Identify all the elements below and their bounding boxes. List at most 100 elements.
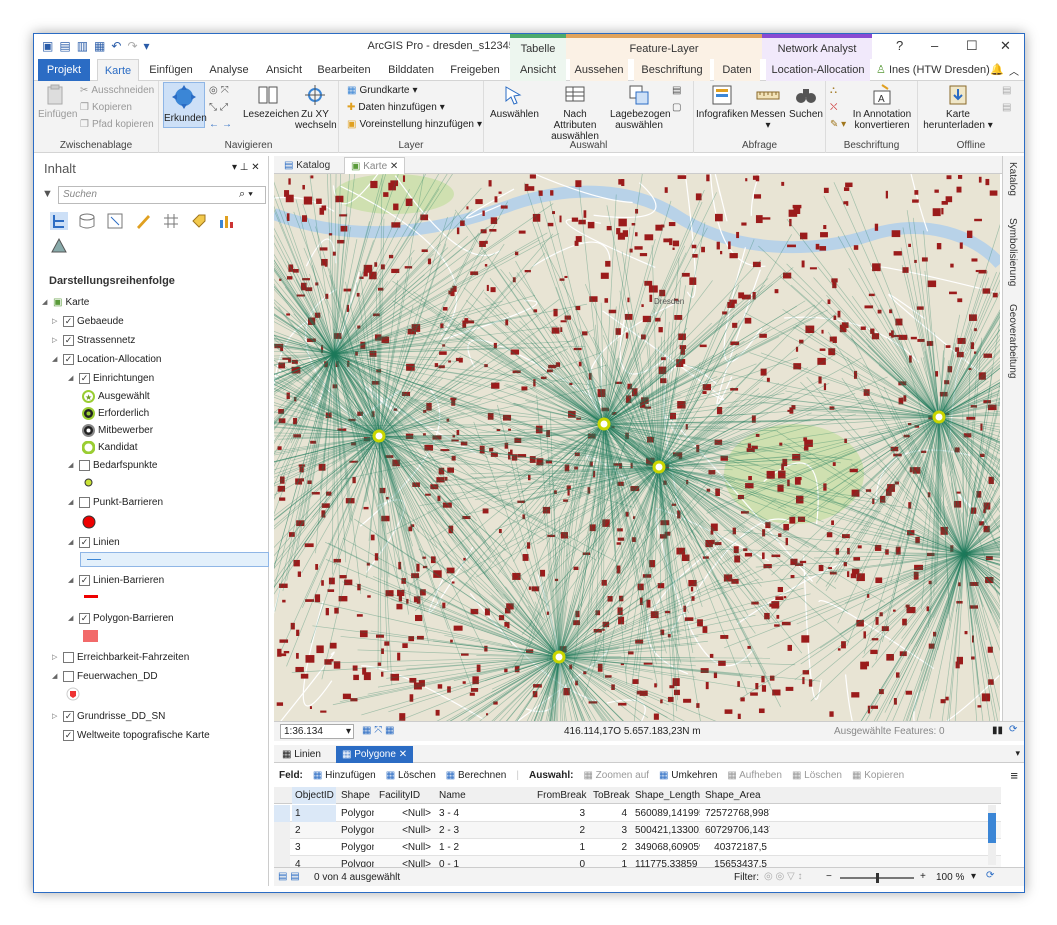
table-cell[interactable]: <Null> [376,839,434,856]
nav-zoom-icons[interactable]: ⤡ ⤢ [209,102,228,113]
tab-analyse[interactable]: Analyse [204,59,254,81]
table-cell[interactable]: <Null> [376,856,434,867]
delete-field-button[interactable]: ▦ Löschen [386,770,436,781]
data-source-icon[interactable] [78,212,96,230]
table-cell[interactable]: 2 [292,822,336,839]
table-cell[interactable]: 0 - 1 [436,856,532,867]
unplaced-labels-icon[interactable]: ⛌ [830,102,837,113]
tree-item-punkt-barrieren[interactable]: ◢ Punkt-Barrieren [68,494,163,511]
maximize-button[interactable]: ☐ [966,38,978,54]
lagebezogen-button[interactable]: Lagebezogen auswählen [610,83,671,131]
clear-selection-icon[interactable]: ▢ [672,102,681,113]
minimize-button[interactable]: – [931,38,938,53]
voreinstellung-button[interactable]: ▣ Voreinstellung hinzufügen ▾ [347,119,482,130]
col-frombreak[interactable]: FromBreak [534,787,588,804]
tab-tabelle-ansicht[interactable]: Ansicht [510,59,566,81]
table-scrollbar[interactable] [988,805,996,865]
col-name[interactable]: Name [436,787,532,804]
zoom-in-icon[interactable]: + [920,871,926,882]
labeling-icon[interactable] [190,212,208,230]
pause-icon[interactable]: ▮▮ [992,725,1003,736]
table-cell[interactable]: 4 [590,805,630,822]
label-pen-icon[interactable]: ✎ ▾ [830,119,846,130]
tree-item-topo-basemap[interactable]: ✓ Weltweite topografische Karte [52,727,210,744]
table-cell[interactable]: Polygon [338,856,374,867]
perspective-imagery-icon[interactable] [50,236,68,254]
zoom-dropdown-icon[interactable]: ▾ [971,871,976,882]
table-cell[interactable]: 349068,609059 [632,839,700,856]
table-cell[interactable]: 40372187,5 [702,839,770,856]
filter-icons[interactable]: ◎ ◎ ▽ ↕ [764,871,802,882]
table-cell[interactable]: 500421,133001 [632,822,700,839]
zoom-to-button[interactable]: ▦ Zoomen auf [583,770,649,781]
table-cell[interactable]: 3 [292,839,336,856]
grid-icons[interactable]: ▦ ⤧ ▦ [362,725,394,736]
switch-selection-button[interactable]: ▦ Umkehren [659,770,717,781]
tree-item-erreichbarkeit[interactable]: ▷ Erreichbarkeit-Fahrzeiten [52,649,189,666]
add-field-button[interactable]: ▦ Hinzufügen [313,770,376,781]
table-cell[interactable]: 4 [292,856,336,867]
refresh-icon[interactable]: ⟳ [1009,724,1017,735]
table-menu-icon[interactable]: ≡ [1010,768,1018,783]
auswaehlen-button[interactable]: Auswählen [490,83,539,120]
col-objectid[interactable]: ObjectID [292,787,336,804]
drawing-order-icon[interactable] [50,212,68,230]
copy-rows-button[interactable]: ▦ Kopieren [852,770,904,781]
pane-katalog[interactable]: Katalog [1007,162,1018,196]
pfad-kopieren-button[interactable]: ❐ Pfad kopieren [80,119,154,130]
tree-item-linien-barrieren[interactable]: ◢ ✓ Linien-Barrieren [68,572,164,589]
zoom-out-icon[interactable]: − [826,871,832,882]
table-cell[interactable]: 2 [590,839,630,856]
table-cell[interactable]: 111775,33859 [632,856,700,867]
col-tobreak[interactable]: ToBreak [590,787,630,804]
close-button[interactable]: ✕ [1000,38,1011,54]
col-facilityid[interactable]: FacilityID [376,787,434,804]
pane-geoverarbeitung[interactable]: Geoverarbeitung [1007,304,1018,379]
table-cell[interactable]: 15653437,5 [702,856,770,867]
map-canvas[interactable]: Dresden [274,174,1000,721]
row-selector[interactable] [274,839,290,856]
tab-linien-table[interactable]: ▦ Linien [276,746,327,763]
sync-icon[interactable]: ▤ [1002,85,1011,96]
tree-item-location-allocation[interactable]: ◢ ✓ Location-Allocation [52,351,162,368]
col-shape-length[interactable]: Shape_Length [632,787,700,804]
collapse-ribbon-icon[interactable]: ︿ [1009,63,1019,78]
table-cell[interactable]: 3 [534,805,588,822]
nav-history[interactable]: ← → [209,119,232,130]
map-view[interactable]: Dresden [274,174,1000,721]
tab-karte[interactable]: Karte [97,59,139,82]
table-row[interactable]: 2 Polygon <Null> 2 - 3 2 3 500421,133001 607297… [274,822,1001,839]
help-button[interactable]: ? [896,38,903,53]
col-shape[interactable]: Shape [338,787,374,804]
table-cell[interactable]: 1 [534,839,588,856]
table-cell[interactable]: 1 [292,805,336,822]
table-cell[interactable]: Polygon [338,805,374,822]
table-cell[interactable]: 72572768,99875 [702,805,770,822]
user-account[interactable]: ♙ Ines (HTW Dresden) ▾ [876,59,994,98]
clear-button[interactable]: ▦ Aufheben [727,770,782,781]
table-cell[interactable]: <Null> [376,805,434,822]
filter-icon[interactable]: ▼ [42,188,53,200]
table-cell[interactable]: 3 - 4 [436,805,532,822]
daten-hinzufuegen-button[interactable]: ✚ Daten hinzufügen ▾ [347,102,445,113]
tree-item-karte[interactable]: ◢ ▣ Karte [42,294,89,311]
messen-button[interactable]: Messen ▾ [750,83,786,131]
notification-icon[interactable]: 🔔 [990,63,1004,76]
tab-daten[interactable]: Daten [714,59,760,81]
table-row[interactable]: 4 Polygon <Null> 0 - 1 0 1 111775,33859 1565343… [274,856,1001,867]
tab-karte-view[interactable]: ▣ Karte ✕ [344,157,406,174]
tree-item-gebaeude[interactable]: ▷ ✓ Gebaeude [52,313,124,330]
table-row[interactable]: 3 Polygon <Null> 1 - 2 1 2 349068,609059 403721… [274,839,1001,856]
linien-symbol-row[interactable] [80,552,269,567]
table-cell[interactable]: 2 [534,822,588,839]
ausschneiden-button[interactable]: ✂ Ausschneiden [80,85,154,96]
tree-item-einrichtungen[interactable]: ◢ ✓ Einrichtungen [68,370,154,387]
pane-menu-icons[interactable]: ▾ ⊥ ✕ [232,162,260,173]
table-cell[interactable]: Polygon [338,822,374,839]
editing-icon[interactable] [134,212,152,230]
tree-item-feuerwachen[interactable]: ◢ Feuerwachen_DD [52,668,158,685]
tab-ansicht[interactable]: Ansicht [259,59,309,81]
table-row[interactable]: 1 Polygon <Null> 3 - 4 3 4 560089,141995 725727… [274,805,1001,822]
calculate-button[interactable]: ▦ Berechnen [446,770,507,781]
tree-item-bedarfspunkte[interactable]: ◢ Bedarfspunkte [68,457,158,474]
